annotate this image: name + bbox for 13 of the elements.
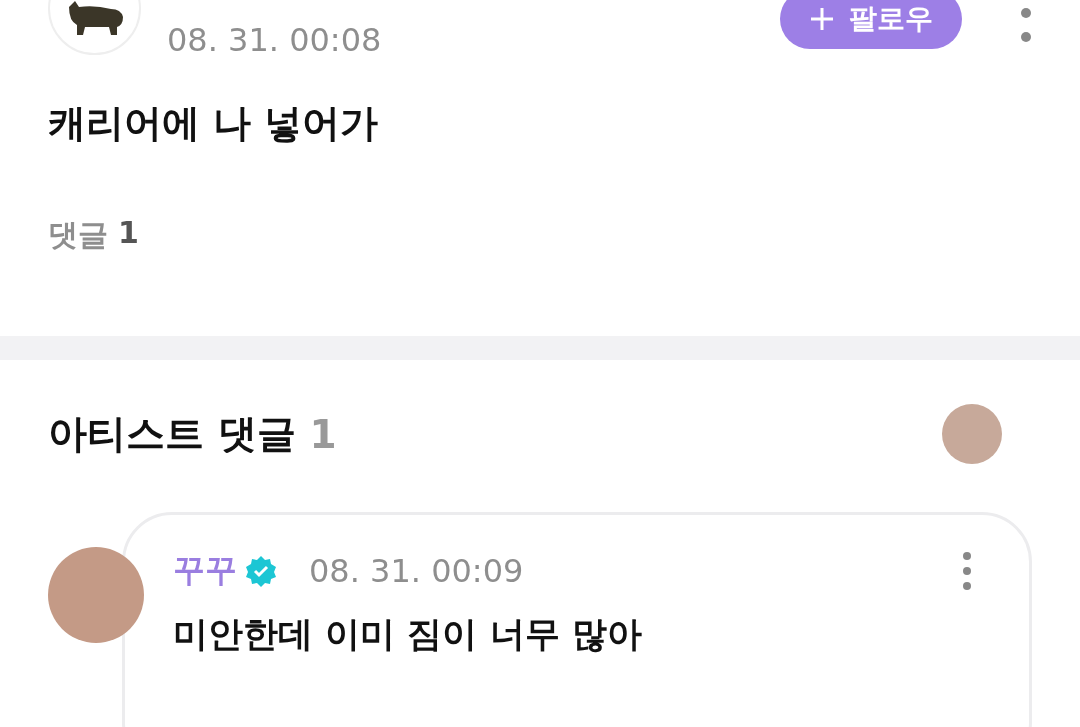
post-text: 캐리어에 나 넣어가 xyxy=(48,100,380,147)
comment-time: 08. 31. 00:09 xyxy=(309,552,524,590)
comments-label[interactable]: 댓글 xyxy=(48,215,108,256)
artist-avatar[interactable] xyxy=(942,404,1002,464)
comment-text: 미안한데 이미 짐이 너무 많아 xyxy=(173,613,643,656)
post-time: 08. 31. 00:08 xyxy=(167,21,382,59)
comments-count: 1 xyxy=(118,215,139,252)
author-name[interactable]: 꾸꾸 xyxy=(173,549,237,593)
follow-button[interactable]: 팔로우 xyxy=(780,0,962,49)
section-title: 아티스트 댓글 xyxy=(48,410,296,458)
section-count: 1 xyxy=(309,411,337,457)
plus-icon xyxy=(809,6,835,32)
more-icon[interactable] xyxy=(961,552,973,590)
